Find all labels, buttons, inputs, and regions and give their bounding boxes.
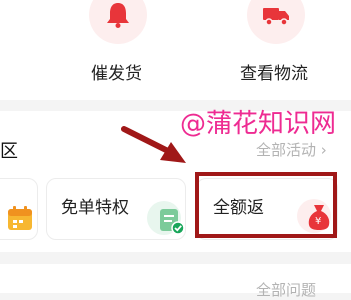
free-order-privilege-label: 免单特权 <box>61 198 129 218</box>
activity-card-left[interactable] <box>0 178 38 240</box>
free-order-privilege-card[interactable]: 免单特权 <box>46 178 186 240</box>
annotation-arrow <box>121 126 186 163</box>
calendar-icon <box>8 206 32 230</box>
annotation-highlight-box <box>195 172 337 238</box>
document-check-icon <box>160 209 185 235</box>
watermark-text: @蒲花知识网 <box>180 109 337 139</box>
all-questions-link[interactable]: 全部问题 <box>256 279 316 300</box>
